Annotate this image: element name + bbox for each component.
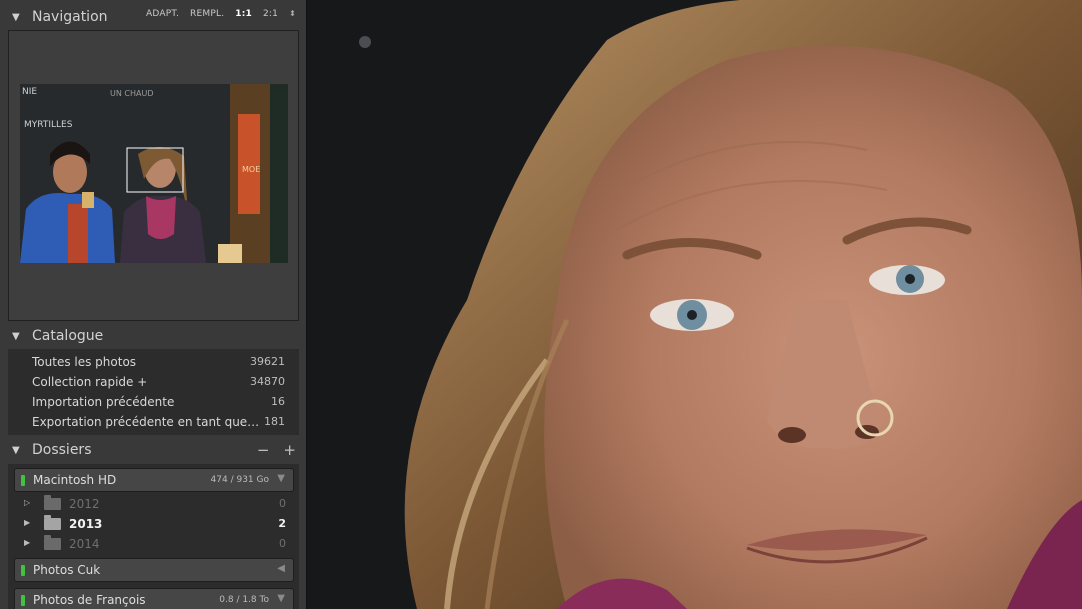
catalogue-list: Toutes les photos 39621 Collection rapid…: [8, 349, 299, 435]
folder-icon: [44, 535, 61, 550]
expand-triangle-icon[interactable]: ▼: [277, 473, 285, 484]
catalogue-panel-header[interactable]: ▼ Catalogue: [0, 323, 306, 349]
folder-row-2013[interactable]: ▶ 2013 2: [14, 514, 294, 534]
folder-name: 2013: [69, 517, 103, 531]
folder-row-2014[interactable]: ▶ 2014 0: [14, 534, 294, 554]
catalogue-item-count: 34870: [250, 375, 285, 388]
volume-photos-cuk[interactable]: Photos Cuk ◀: [14, 558, 294, 582]
catalogue-item-label: Collection rapide +: [32, 375, 148, 389]
volume-capacity: 474 / 931 Go: [210, 475, 269, 485]
main-photo-view[interactable]: [307, 0, 1082, 609]
collapse-triangle-icon[interactable]: ▼: [12, 12, 20, 23]
expand-triangle-icon[interactable]: ▷: [24, 498, 30, 507]
volume-photos-de-francois[interactable]: Photos de François 0.8 / 1.8 To ▼: [14, 588, 294, 609]
chalk-text-moe: MOE: [242, 165, 260, 174]
volume-name: Macintosh HD: [33, 473, 117, 487]
remove-folder-icon[interactable]: −: [257, 441, 270, 459]
catalogue-item-label: Importation précédente: [32, 395, 175, 409]
dossiers-title: Dossiers: [32, 442, 92, 458]
catalogue-item[interactable]: Exportation précédente en tant que… 181: [32, 412, 285, 432]
chalk-text-myrtilles: MYRTILLES: [24, 120, 73, 130]
volume-capacity: 0.8 / 1.8 To: [219, 595, 269, 605]
volume-name: Photos de François: [33, 593, 146, 607]
zoom-fill-option[interactable]: REMPL.: [190, 9, 224, 19]
thumbnail-image: NIE MYRTILLES UN CHAUD MOE: [20, 84, 288, 263]
folder-count: 2: [278, 517, 286, 530]
left-panel: ▼ Navigation ADAPT. REMPL. 1:1 2:1 ⬍ NIE…: [0, 0, 307, 609]
catalogue-item[interactable]: Collection rapide + 34870: [32, 372, 285, 392]
chalk-text-nie: NIE: [22, 87, 37, 97]
zoom-options: ADAPT. REMPL. 1:1 2:1 ⬍: [146, 9, 296, 19]
zoom-1-1-option[interactable]: 1:1: [235, 9, 252, 19]
folder-name: 2014: [69, 537, 100, 551]
collapse-triangle-icon[interactable]: ▼: [12, 331, 20, 342]
chalk-text-top: UN CHAUD: [110, 89, 153, 98]
catalogue-title: Catalogue: [32, 328, 104, 344]
zoom-fit-option[interactable]: ADAPT.: [146, 9, 179, 19]
expand-triangle-icon[interactable]: ▶: [24, 538, 30, 547]
collapsed-triangle-icon[interactable]: ◀: [277, 563, 285, 574]
navigation-title: Navigation: [32, 9, 108, 25]
catalogue-item-count: 39621: [250, 355, 285, 368]
dossiers-actions: − +: [257, 441, 296, 459]
catalogue-item-count: 181: [264, 415, 285, 428]
zoom-2-1-option[interactable]: 2:1: [263, 9, 278, 19]
folder-name: 2012: [69, 497, 100, 511]
expand-triangle-icon[interactable]: ▼: [277, 593, 285, 604]
navigation-panel-header[interactable]: ▼ Navigation ADAPT. REMPL. 1:1 2:1 ⬍: [0, 4, 306, 30]
folder-icon: [44, 495, 61, 510]
catalogue-item[interactable]: Toutes les photos 39621: [32, 352, 285, 372]
expand-triangle-icon[interactable]: ▶: [24, 518, 30, 527]
volume-status-icon: [21, 565, 25, 576]
volume-name: Photos Cuk: [33, 563, 101, 577]
folder-count: 0: [279, 537, 286, 550]
portrait-photo: [307, 0, 1082, 609]
catalogue-item-label: Exportation précédente en tant que…: [32, 415, 260, 429]
dossiers-list: Macintosh HD 474 / 931 Go ▼ ▷ 2012 0 ▶ 2…: [8, 464, 299, 609]
catalogue-item-count: 16: [271, 395, 285, 408]
collapse-triangle-icon[interactable]: ▼: [12, 445, 20, 456]
volume-status-icon: [21, 475, 25, 486]
folder-icon: [44, 515, 61, 530]
navigator-thumbnail[interactable]: NIE MYRTILLES UN CHAUD MOE: [20, 84, 288, 263]
volume-macintosh-hd[interactable]: Macintosh HD 474 / 931 Go ▼: [14, 468, 294, 492]
add-folder-icon[interactable]: +: [283, 441, 296, 459]
dossiers-panel-header[interactable]: ▼ Dossiers − +: [0, 437, 306, 463]
catalogue-item[interactable]: Importation précédente 16: [32, 392, 285, 412]
catalogue-item-label: Toutes les photos: [32, 355, 137, 369]
folder-row-2012[interactable]: ▷ 2012 0: [14, 494, 294, 514]
volume-status-icon: [21, 595, 25, 606]
zoom-stepper-icon[interactable]: ⬍: [289, 9, 296, 19]
folder-count: 0: [279, 497, 286, 510]
